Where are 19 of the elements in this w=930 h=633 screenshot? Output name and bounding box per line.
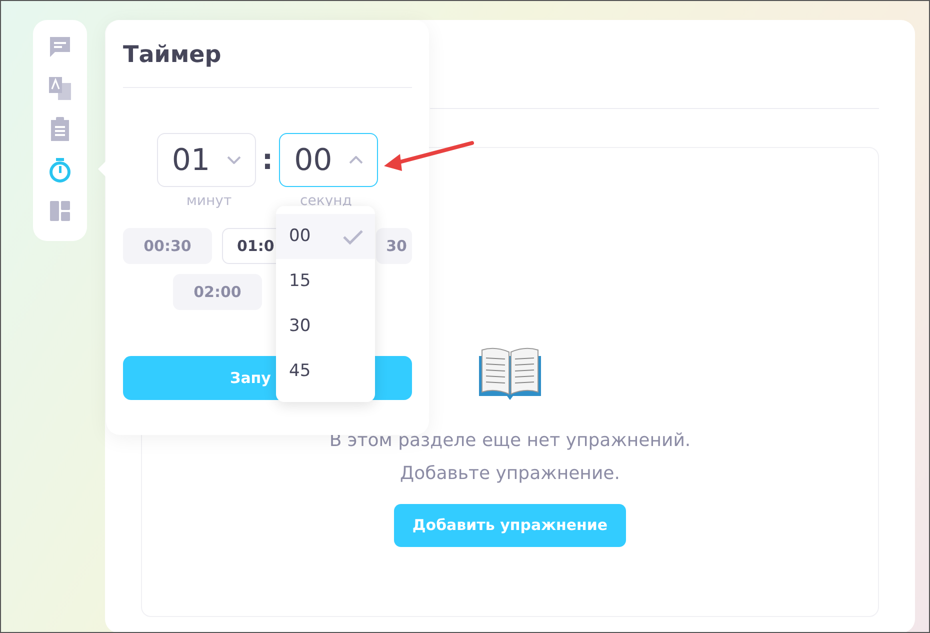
chat-icon[interactable] [47, 34, 73, 60]
field-label: секунд [299, 192, 353, 211]
popover-title: Таймер [123, 41, 222, 70]
translate-icon[interactable] [47, 75, 73, 101]
time-separator: : [262, 142, 274, 178]
caret-icon [226, 156, 241, 164]
dropdown-option[interactable]: 15 [276, 259, 375, 304]
dropdown-option[interactable]: 30 [276, 304, 375, 349]
book-icon [477, 346, 543, 400]
field-label: минут [185, 192, 233, 211]
stopwatch-icon[interactable] [47, 157, 73, 183]
empty-hint: Добавьте упражнение. [400, 462, 620, 486]
caret-icon [349, 156, 364, 164]
dropdown-option[interactable]: 00 [276, 214, 375, 259]
layout-icon[interactable] [47, 198, 73, 224]
seconds-select[interactable]: 00 [279, 133, 378, 187]
checkmark-icon [343, 228, 363, 244]
minutes-select[interactable]: 01 [156, 133, 256, 187]
dropdown-option[interactable]: 45 [276, 349, 375, 394]
